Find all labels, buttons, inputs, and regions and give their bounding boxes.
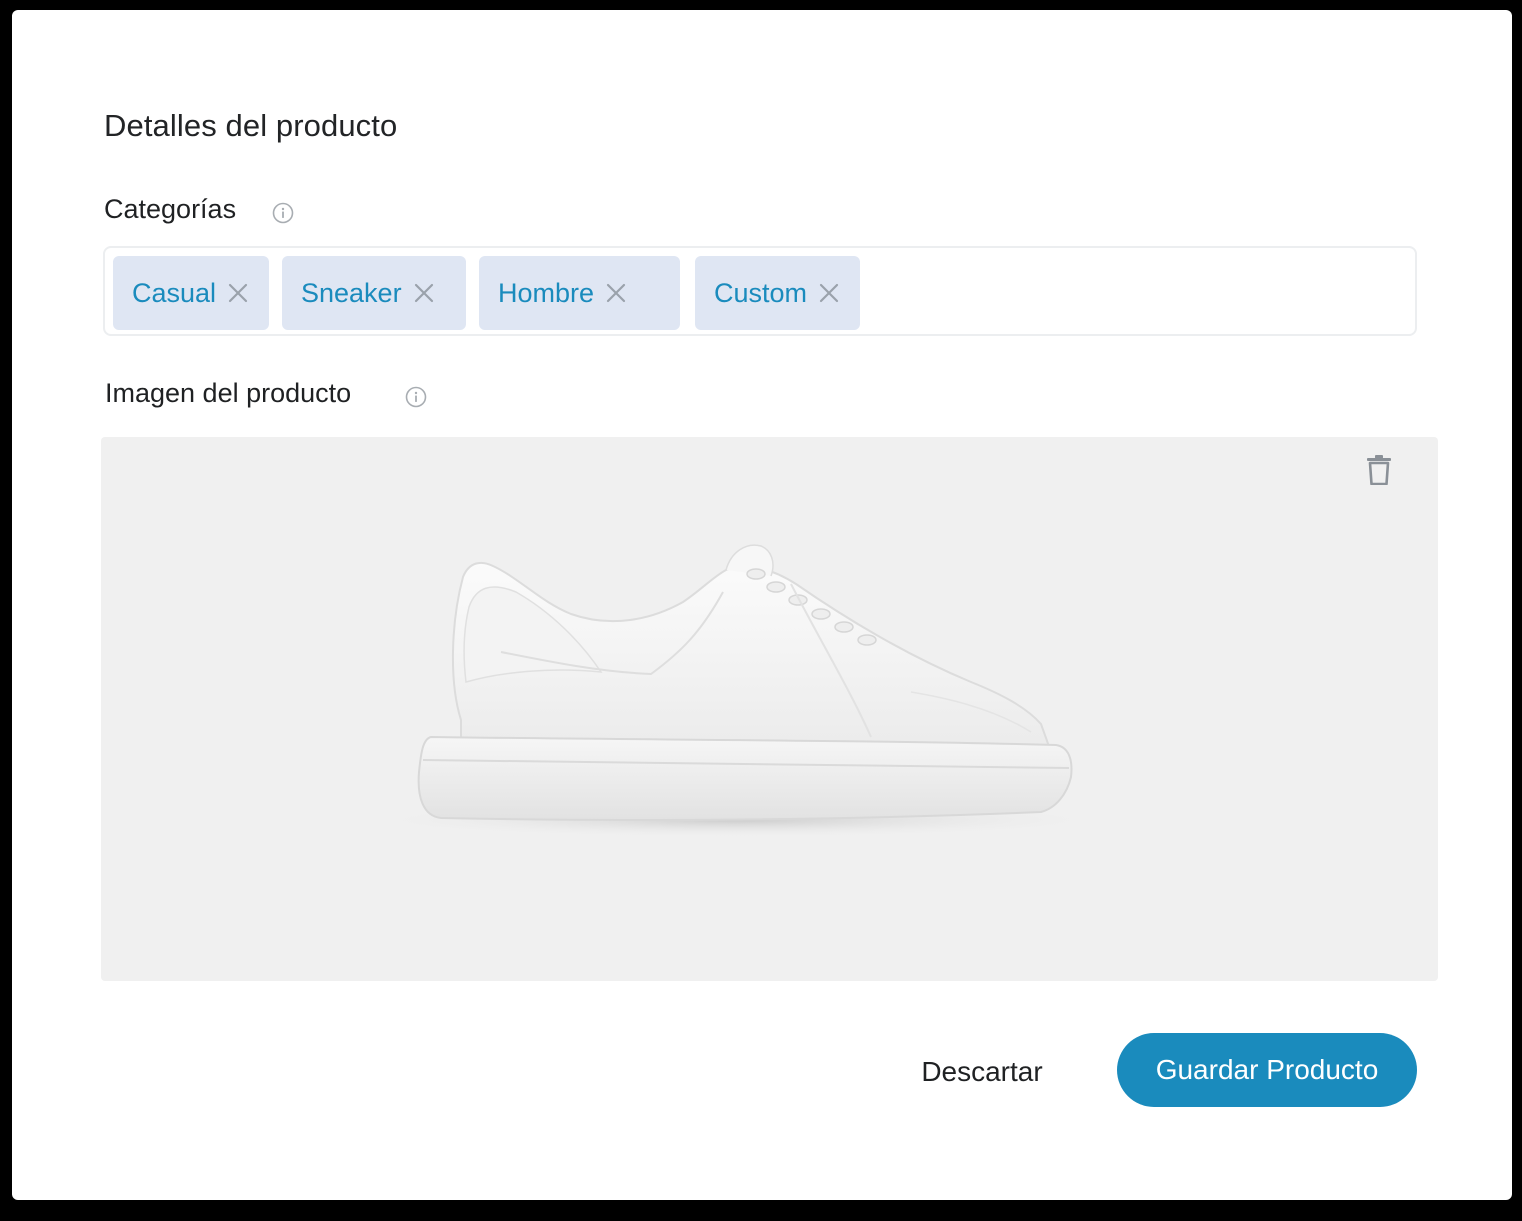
category-chip-custom[interactable]: Custom (695, 256, 860, 330)
dialog-title: Detalles del producto (104, 108, 398, 143)
chip-label: Sneaker (301, 277, 402, 308)
chip-label: Hombre (498, 277, 595, 308)
category-chip-hombre[interactable]: Hombre (479, 256, 680, 330)
product-image-preview (101, 437, 1438, 981)
save-product-button[interactable]: Guardar Producto (1117, 1033, 1417, 1107)
category-chip-casual[interactable]: Casual (113, 256, 269, 330)
category-chip-sneaker[interactable]: Sneaker (282, 256, 466, 330)
sneaker-image (356, 544, 1101, 838)
product-image-label-row: Imagen del producto (105, 378, 427, 409)
info-icon[interactable] (405, 386, 427, 408)
trash-icon[interactable] (1366, 455, 1392, 485)
chip-label: Casual (132, 277, 217, 308)
categories-label-row: Categorías (104, 194, 294, 225)
categories-label: Categorías (104, 194, 237, 224)
close-icon[interactable] (228, 283, 248, 303)
categories-input[interactable]: Casual Sneaker Hombre Custom (103, 246, 1417, 336)
close-icon[interactable] (414, 283, 434, 303)
chip-label: Custom (714, 277, 808, 308)
discard-button[interactable]: Descartar (902, 1050, 1062, 1094)
close-icon[interactable] (819, 283, 839, 303)
product-image-label: Imagen del producto (105, 378, 352, 408)
close-icon[interactable] (606, 283, 626, 303)
product-details-dialog: Detalles del producto Categorías Casual … (12, 10, 1512, 1200)
info-icon[interactable] (272, 202, 294, 224)
